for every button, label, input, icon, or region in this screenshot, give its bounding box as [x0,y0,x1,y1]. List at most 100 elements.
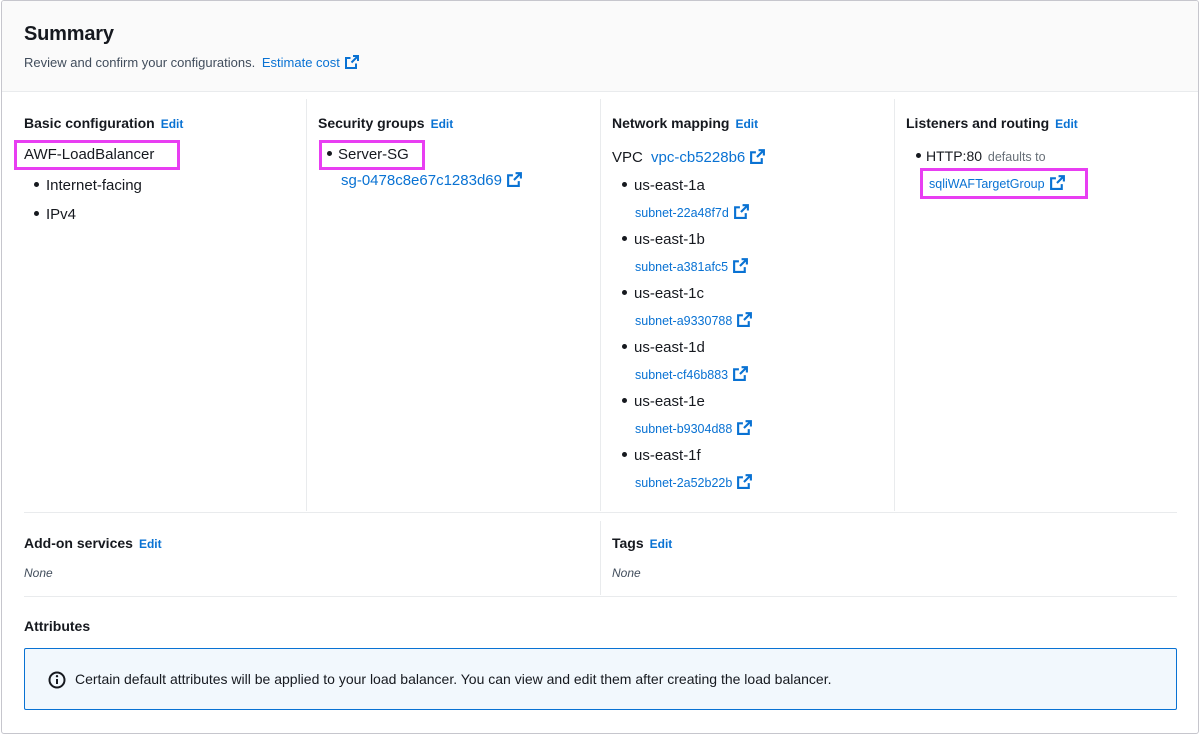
external-link-icon [1049,175,1065,190]
target-group-name: sqliWAFTargetGroup [929,177,1045,191]
edit-addon-services-button[interactable]: Edit [139,537,162,551]
ip-type-value: IPv4 [46,206,77,223]
security-groups-section: Security groups Edit Server-SG sg-0478c8e… [307,99,601,511]
attributes-title: Attributes [24,618,91,634]
availability-zone: us-east-1e [634,393,705,410]
listener-protocol-port: HTTP:80 [926,148,983,164]
vpc-row: VPC vpc-cb5228b6 [612,148,766,166]
summary-subtitle: Review and confirm your configurations. … [24,54,360,70]
info-icon [48,671,66,689]
subnet-link[interactable]: subnet-a9330788 [635,311,753,328]
bullet-icon [34,182,39,187]
network-mapping-section: Network mapping Edit VPC vpc-cb5228b6 us-… [601,99,895,511]
security-group-name: Server-SG [338,146,409,163]
tags-value: None [612,566,641,580]
defaults-to-text: defaults to [987,150,1046,164]
external-link-icon [344,55,359,69]
external-link-icon [733,366,749,381]
vpc-id-link[interactable]: vpc-cb5228b6 [651,149,766,166]
subnet-id: subnet-22a48f7d [635,206,729,220]
basic-configuration-section: Basic configuration Edit AWF-LoadBalancer… [2,99,307,511]
bullet-icon [916,153,921,158]
list-item: us-east-1f [622,447,701,464]
edit-listeners-button[interactable]: Edit [1055,117,1078,131]
summary-panel: Summary Review and confirm your configur… [1,0,1199,734]
estimate-cost-label: Estimate cost [261,55,340,70]
listeners-routing-heading: Listeners and routing Edit [906,115,1078,131]
bullet-icon [622,398,627,403]
section-divider [24,512,1177,513]
availability-zone: us-east-1b [634,231,705,248]
list-item: us-east-1c [622,285,704,302]
availability-zone: us-east-1f [634,447,701,464]
edit-basic-configuration-button[interactable]: Edit [161,117,184,131]
addon-services-value: None [24,566,53,580]
load-balancer-name: AWF-LoadBalancer [24,146,155,163]
bullet-icon [327,151,332,156]
addon-services-title: Add-on services [24,535,133,551]
column-divider [600,521,601,595]
list-item: us-east-1d [622,339,705,356]
list-item: Internet-facing [34,177,142,194]
estimate-cost-link[interactable]: Estimate cost [262,55,360,70]
basic-configuration-heading: Basic configuration Edit [24,115,183,131]
bullet-icon [622,182,627,187]
vpc-id: vpc-cb5228b6 [651,149,746,166]
subnet-id: subnet-2a52b22b [635,476,733,490]
network-mapping-title: Network mapping [612,115,730,131]
edit-tags-button[interactable]: Edit [650,537,673,551]
info-alert-text: Certain default attributes will be appli… [75,671,832,687]
subnet-link[interactable]: subnet-b9304d88 [635,419,753,436]
bullet-icon [622,290,627,295]
subnet-link[interactable]: subnet-a381afc5 [635,257,749,274]
bullet-icon [622,344,627,349]
summary-description: Review and confirm your configurations. [24,55,256,70]
availability-zone: us-east-1d [634,339,705,356]
availability-zone: us-east-1c [634,285,705,302]
subnet-id: subnet-b9304d88 [635,422,733,436]
external-link-icon [733,204,749,219]
list-item: Server-SG [327,146,409,163]
list-item: IPv4 [34,206,76,223]
subnet-link[interactable]: subnet-cf46b883 [635,365,749,382]
list-item: us-east-1a [622,177,705,194]
section-divider [24,596,1177,597]
subnet-id: subnet-a381afc5 [635,260,729,274]
addon-services-heading: Add-on services Edit [24,535,162,551]
edit-security-groups-button[interactable]: Edit [431,117,454,131]
subnet-link[interactable]: subnet-22a48f7d [635,203,750,220]
external-link-icon [733,258,749,273]
subnet-link[interactable]: subnet-2a52b22b [635,473,753,490]
tags-title: Tags [612,535,644,551]
list-item: us-east-1e [622,393,705,410]
bullet-icon [34,211,39,216]
bullet-icon [622,452,627,457]
external-link-icon [750,149,766,164]
external-link-icon [737,420,753,435]
list-item: us-east-1b [622,231,705,248]
listeners-routing-title: Listeners and routing [906,115,1050,131]
edit-network-mapping-button[interactable]: Edit [735,117,758,131]
subnet-id: subnet-a9330788 [635,314,733,328]
bullet-icon [622,236,627,241]
listener-item: HTTP:80 defaults to [916,148,1046,164]
vpc-label: VPC [612,149,643,166]
listeners-routing-section: Listeners and routing Edit HTTP:80 defaul… [895,99,1198,511]
external-link-icon [737,474,753,489]
summary-header: Summary Review and confirm your configur… [2,1,1198,92]
subnet-id: subnet-cf46b883 [635,368,729,382]
external-link-icon [737,312,753,327]
target-group-link[interactable]: sqliWAFTargetGroup [929,174,1066,191]
security-groups-title: Security groups [318,115,425,131]
summary-title: Summary [24,23,114,45]
network-mapping-heading: Network mapping Edit [612,115,758,131]
tags-heading: Tags Edit [612,535,672,551]
scheme-value: Internet-facing [46,177,142,194]
security-groups-heading: Security groups Edit [318,115,453,131]
security-group-id-link[interactable]: sg-0478c8e67c1283d69 [341,171,523,189]
security-group-id: sg-0478c8e67c1283d69 [341,172,502,189]
basic-configuration-title: Basic configuration [24,115,155,131]
info-alert: Certain default attributes will be appli… [24,648,1177,710]
external-link-icon [507,172,522,187]
availability-zone: us-east-1a [634,177,705,194]
